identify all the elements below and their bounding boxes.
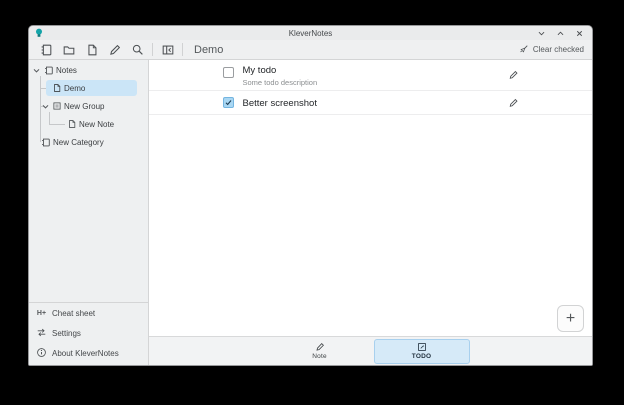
tab-todo[interactable]: TODO bbox=[374, 339, 470, 364]
tree-item-new-category[interactable]: New Category bbox=[29, 133, 148, 151]
todo-title: My todo bbox=[243, 65, 277, 76]
notes-tree: Notes Demo New Group New Note bbox=[29, 60, 148, 302]
toolbar: Demo Clear checked bbox=[29, 40, 592, 60]
tree-item-new-group[interactable]: New Group bbox=[29, 97, 148, 115]
tree-item-label: New Group bbox=[64, 102, 104, 111]
window-controls bbox=[537, 29, 592, 38]
tree-item-notes[interactable]: Notes bbox=[29, 61, 148, 79]
tree-item-demo[interactable]: Demo bbox=[29, 79, 148, 97]
group-icon bbox=[52, 101, 62, 111]
todo-list: My todo Some todo description bbox=[149, 60, 592, 336]
close-icon[interactable] bbox=[575, 29, 584, 38]
new-category-button[interactable] bbox=[35, 41, 56, 59]
edit-todo-button[interactable] bbox=[506, 95, 521, 110]
add-todo-button[interactable]: + bbox=[557, 305, 584, 332]
tree-item-label: New Category bbox=[53, 138, 104, 147]
tree-item-label: Demo bbox=[64, 84, 85, 93]
category-icon bbox=[40, 137, 51, 148]
tree-item-new-note[interactable]: New Note bbox=[29, 115, 148, 133]
page-title: Demo bbox=[194, 44, 223, 56]
broom-icon bbox=[518, 44, 529, 55]
tree-item-label: New Note bbox=[79, 120, 114, 129]
todo-description: Some todo description bbox=[243, 78, 318, 87]
chevron-down-icon[interactable] bbox=[32, 66, 41, 75]
new-note-button[interactable] bbox=[81, 41, 102, 59]
desktop-background: KleverNotes bbox=[0, 0, 624, 405]
todo-row[interactable]: Better screenshot bbox=[149, 91, 592, 115]
clear-checked-button[interactable]: Clear checked bbox=[516, 44, 586, 55]
main-panel: My todo Some todo description bbox=[149, 60, 592, 365]
pencil-icon bbox=[508, 70, 519, 81]
settings-swap-icon bbox=[36, 327, 47, 340]
toolbar-separator bbox=[182, 43, 183, 56]
category-icon bbox=[43, 65, 54, 76]
sidebar-footer: H+ Cheat sheet Settings About KleverNote… bbox=[29, 302, 148, 365]
new-category-icon bbox=[39, 43, 53, 57]
search-icon bbox=[131, 43, 145, 57]
window-title: KleverNotes bbox=[29, 29, 592, 38]
new-group-icon bbox=[62, 43, 76, 57]
todo-row[interactable]: My todo Some todo description bbox=[149, 60, 592, 91]
rename-button[interactable] bbox=[104, 41, 125, 59]
view-switcher: Note TODO bbox=[149, 336, 592, 365]
tab-note[interactable]: Note bbox=[272, 339, 368, 364]
titlebar[interactable]: KleverNotes bbox=[29, 26, 592, 40]
new-note-icon bbox=[85, 43, 99, 57]
about-item[interactable]: About KleverNotes bbox=[29, 343, 148, 363]
window-body: Notes Demo New Group New Note bbox=[29, 60, 592, 365]
sidebar: Notes Demo New Group New Note bbox=[29, 60, 149, 365]
maximize-icon[interactable] bbox=[556, 29, 565, 38]
klevernotes-window: KleverNotes bbox=[28, 25, 593, 366]
footer-item-label: Cheat sheet bbox=[52, 309, 95, 318]
pencil-icon bbox=[108, 43, 122, 57]
cheat-sheet-item[interactable]: H+ Cheat sheet bbox=[29, 303, 148, 323]
todo-view-icon bbox=[417, 342, 427, 352]
clear-checked-label: Clear checked bbox=[533, 45, 584, 54]
footer-item-label: About KleverNotes bbox=[52, 349, 119, 358]
app-icon bbox=[35, 28, 43, 38]
pencil-icon bbox=[508, 97, 519, 108]
chevron-down-icon[interactable] bbox=[41, 102, 50, 111]
tree-item-label: Notes bbox=[56, 66, 77, 75]
check-icon bbox=[224, 98, 233, 107]
tab-label: Note bbox=[312, 353, 327, 360]
toggle-sidebar-button[interactable] bbox=[157, 41, 178, 59]
note-icon bbox=[52, 83, 62, 93]
footer-item-label: Settings bbox=[52, 329, 81, 338]
settings-item[interactable]: Settings bbox=[29, 323, 148, 343]
minimize-icon[interactable] bbox=[537, 29, 546, 38]
sidebar-toggle-icon bbox=[161, 43, 175, 57]
heading-markdown-icon: H+ bbox=[36, 310, 47, 317]
pencil-icon bbox=[315, 342, 325, 352]
edit-todo-button[interactable] bbox=[506, 68, 521, 83]
todo-checkbox-unchecked[interactable] bbox=[223, 67, 234, 78]
toolbar-separator bbox=[152, 43, 153, 56]
info-icon bbox=[36, 347, 47, 360]
tab-label: TODO bbox=[412, 353, 431, 360]
note-icon bbox=[67, 119, 77, 129]
search-button[interactable] bbox=[127, 41, 148, 59]
todo-checkbox-checked[interactable] bbox=[223, 97, 234, 108]
new-group-button[interactable] bbox=[58, 41, 79, 59]
todo-title: Better screenshot bbox=[243, 98, 317, 109]
